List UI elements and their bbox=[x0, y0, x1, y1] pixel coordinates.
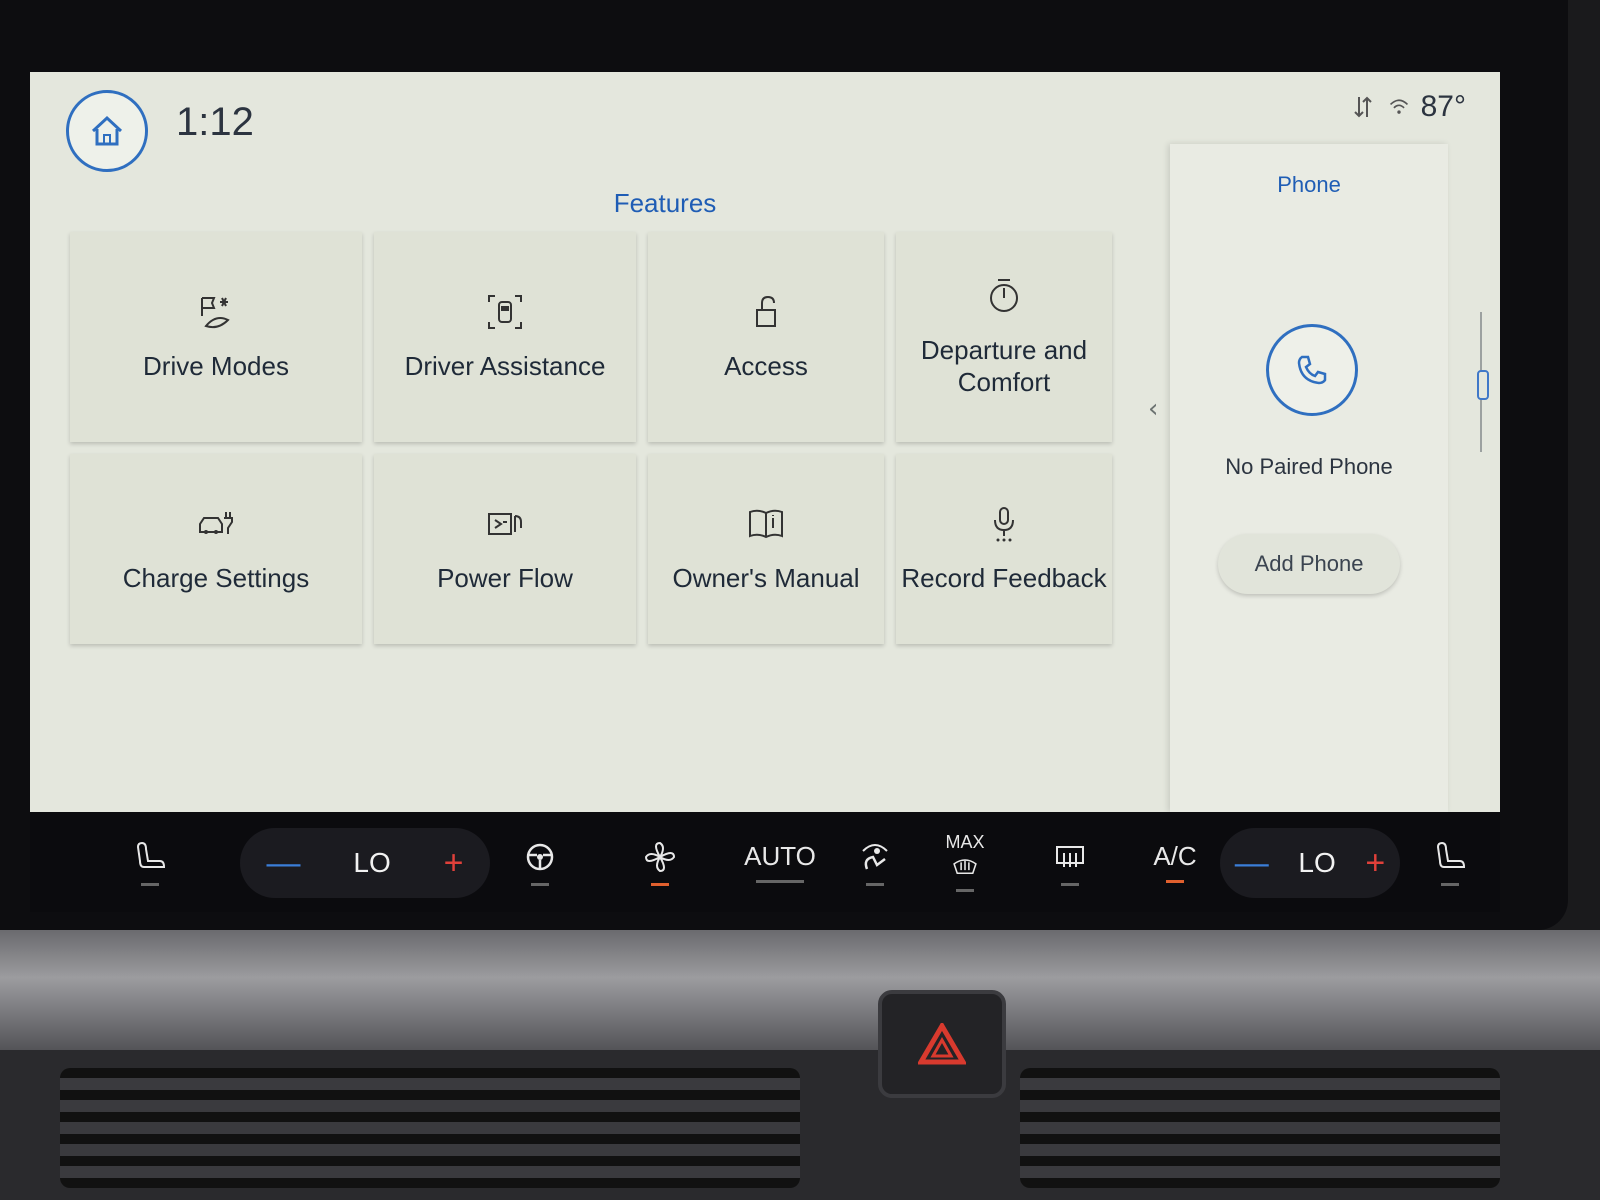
driver-temp-minus[interactable]: — bbox=[266, 844, 300, 883]
wifi-icon bbox=[1389, 99, 1409, 114]
driver-assist-icon bbox=[488, 294, 522, 329]
driver-temp-plus[interactable]: + bbox=[444, 844, 464, 883]
indicator bbox=[1441, 882, 1459, 886]
home-icon bbox=[91, 115, 123, 146]
climate-bar: — LO + AUTO MAX A/C — LO + bbox=[30, 812, 1500, 912]
ac-button[interactable]: A/C bbox=[1140, 812, 1210, 912]
tile-label: Access bbox=[724, 350, 808, 381]
phone-title: Phone bbox=[1277, 172, 1341, 197]
drive-modes-icon bbox=[201, 296, 230, 328]
infotainment-screen: 1:12 87° Features Drive Modes Driver Ass… bbox=[30, 72, 1500, 812]
phone-panel: Phone No Paired Phone Add Phone bbox=[1170, 144, 1448, 812]
tile-access[interactable]: Access bbox=[648, 232, 884, 442]
passenger-temp-plus[interactable]: + bbox=[1365, 844, 1385, 883]
indicator bbox=[956, 889, 974, 892]
book-icon bbox=[749, 509, 783, 538]
recirculation-icon bbox=[862, 843, 888, 869]
driver-temp-control: — LO + bbox=[240, 828, 490, 898]
charge-icon bbox=[199, 511, 233, 534]
front-defrost-icon bbox=[953, 859, 977, 874]
max-defrost-button[interactable]: MAX bbox=[930, 812, 1000, 912]
rear-defrost-icon bbox=[1056, 845, 1084, 867]
passenger-seat-heat-button[interactable] bbox=[1420, 812, 1480, 912]
ac-label: A/C bbox=[1153, 841, 1197, 871]
driver-temp-value: LO bbox=[353, 847, 391, 878]
add-phone-button[interactable]: Add Phone bbox=[1218, 534, 1400, 594]
power-flow-icon bbox=[488, 512, 522, 535]
recirculation-button[interactable] bbox=[840, 812, 910, 912]
home-button[interactable] bbox=[66, 90, 148, 172]
passenger-temp-control: — LO + bbox=[1220, 828, 1400, 898]
auto-label: AUTO bbox=[744, 841, 816, 871]
rear-defrost-button[interactable] bbox=[1040, 812, 1100, 912]
seat-icon bbox=[136, 841, 166, 868]
driver-seat-heat-button[interactable] bbox=[120, 812, 180, 912]
indicator-on bbox=[1166, 880, 1184, 883]
tile-charge-settings[interactable]: Charge Settings bbox=[70, 454, 362, 644]
hazard-icon bbox=[918, 1023, 966, 1065]
steering-wheel-icon bbox=[526, 843, 554, 870]
clock: 1:12 bbox=[176, 100, 254, 144]
tile-record-feedback[interactable]: Record Feedback bbox=[896, 454, 1112, 644]
outside-temperature: 87° bbox=[1420, 90, 1466, 123]
right-air-vent bbox=[1020, 1068, 1500, 1188]
tile-label: Driver Assistance bbox=[404, 350, 606, 381]
indicator bbox=[141, 882, 159, 886]
tile-label: Charge Settings bbox=[122, 562, 310, 593]
status-icons bbox=[1352, 94, 1410, 120]
dashboard-trim bbox=[0, 930, 1600, 1050]
indicator bbox=[1061, 882, 1079, 886]
tile-owners-manual[interactable]: Owner's Manual bbox=[648, 454, 884, 644]
phone-call-button[interactable] bbox=[1266, 324, 1358, 416]
indicator bbox=[866, 882, 884, 886]
fan-button[interactable] bbox=[630, 812, 690, 912]
passenger-temp-value: LO bbox=[1298, 847, 1336, 878]
auto-button[interactable]: AUTO bbox=[730, 812, 830, 912]
lock-icon bbox=[756, 295, 776, 327]
tile-departure-comfort[interactable]: Departure and Comfort bbox=[896, 232, 1112, 442]
fan-icon bbox=[644, 841, 676, 872]
left-air-vent bbox=[60, 1068, 800, 1188]
max-label: MAX bbox=[945, 832, 985, 852]
tile-driver-assistance[interactable]: Driver Assistance bbox=[374, 232, 636, 442]
tile-label: Departure and Comfort bbox=[920, 334, 1088, 398]
chevron-left-icon[interactable]: ‹ bbox=[1148, 394, 1158, 424]
features-grid: Drive Modes Driver Assistance Access Dep… bbox=[70, 232, 1115, 644]
tile-drive-modes[interactable]: Drive Modes bbox=[70, 232, 362, 442]
passenger-temp-minus[interactable]: — bbox=[1235, 844, 1269, 883]
hazard-button[interactable] bbox=[878, 990, 1006, 1098]
tile-label: Owner's Manual bbox=[672, 562, 860, 593]
tile-label: Record Feedback bbox=[901, 562, 1107, 593]
features-title: Features bbox=[613, 188, 717, 218]
phone-status: No Paired Phone bbox=[1225, 454, 1393, 479]
tile-label: Drive Modes bbox=[143, 350, 289, 381]
indicator bbox=[531, 882, 549, 886]
steering-wheel-heat-button[interactable] bbox=[510, 812, 570, 912]
microphone-icon bbox=[994, 506, 1014, 542]
tile-power-flow[interactable]: Power Flow bbox=[374, 454, 636, 644]
timer-icon bbox=[990, 278, 1018, 312]
tile-label: Power Flow bbox=[437, 562, 573, 593]
seat-icon bbox=[1436, 841, 1466, 868]
indicator bbox=[756, 880, 804, 883]
phone-icon bbox=[1297, 355, 1327, 385]
scrollbar[interactable] bbox=[1477, 312, 1489, 452]
indicator-on bbox=[651, 882, 669, 886]
data-transfer-icon bbox=[1354, 96, 1372, 118]
scroll-thumb[interactable] bbox=[1477, 370, 1489, 400]
